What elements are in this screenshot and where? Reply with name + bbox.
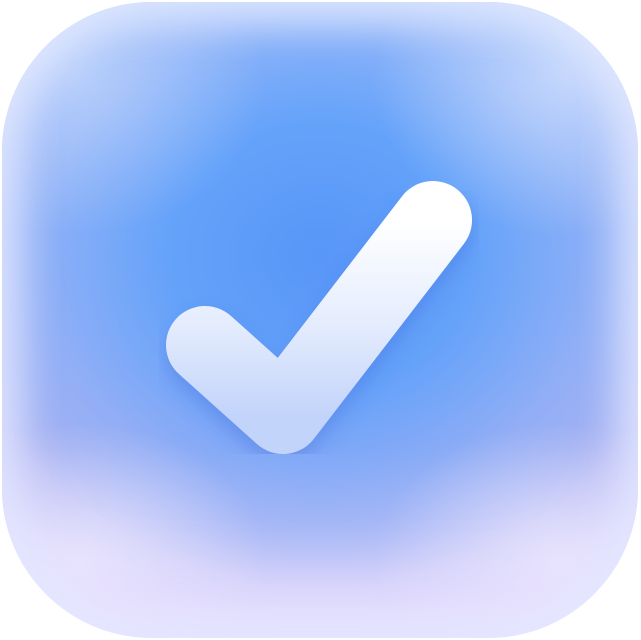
checkmark-icon [166,181,472,454]
icon-canvas [0,0,641,640]
checkmark-stroke [166,181,472,454]
